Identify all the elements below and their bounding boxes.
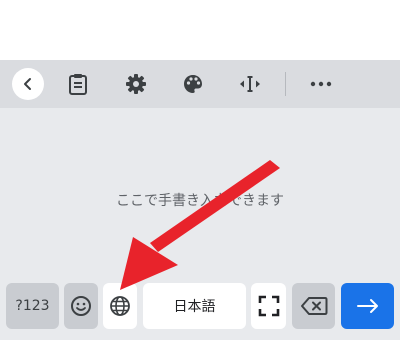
enter-key[interactable] [341,283,394,329]
text-editing-button[interactable] [234,68,266,100]
backspace-key[interactable] [292,283,335,329]
fullscreen-icon [258,295,279,317]
fullscreen-key[interactable] [251,283,286,329]
settings-button[interactable] [120,68,152,100]
app-area-blank [0,0,400,60]
back-chevron-icon [24,78,31,90]
text-cursor-move-icon [240,76,260,92]
more-horizontal-icon [310,81,332,87]
palette-icon [184,75,202,93]
emoji-icon [71,296,91,316]
globe-icon [110,296,130,316]
theme-button[interactable] [177,68,209,100]
space-key[interactable]: 日本語 [143,283,246,329]
more-button[interactable] [305,68,337,100]
language-switch-key[interactable] [103,283,137,329]
back-button[interactable] [12,68,44,100]
gear-icon [126,74,146,94]
handwriting-prompt[interactable]: ここで手書き入力できます [0,190,400,210]
backspace-icon [300,297,327,315]
clipboard-button[interactable] [62,68,94,100]
symbols-key[interactable]: ?123 [6,283,59,329]
emoji-key[interactable] [64,283,98,329]
arrow-right-icon [356,299,378,313]
keyboard: ここで手書き入力できます ?123 日本語 [0,60,400,340]
keyboard-toolbar [0,60,400,108]
clipboard-icon [69,74,87,95]
toolbar-divider [285,72,286,96]
